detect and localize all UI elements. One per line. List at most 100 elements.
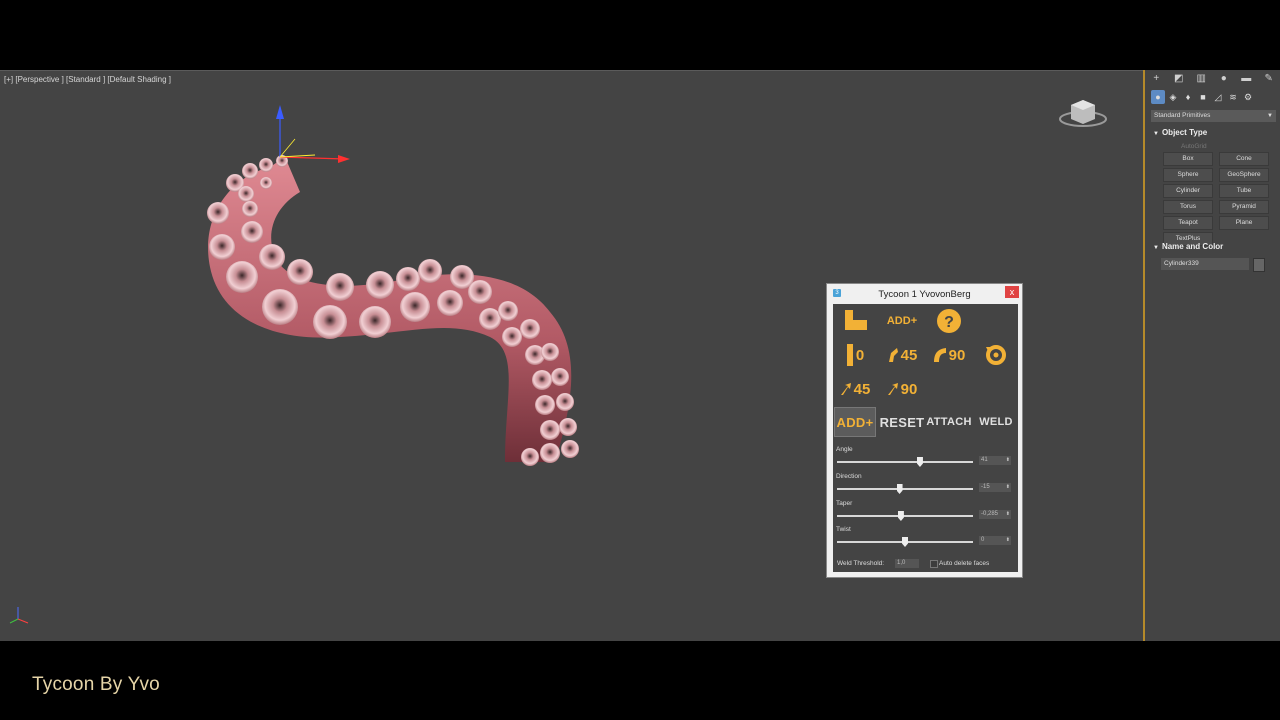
attach-button[interactable]: ATTACH <box>926 407 971 437</box>
cameras-icon[interactable]: ■ <box>1196 90 1210 104</box>
direction-slider[interactable] <box>837 484 973 494</box>
plane-button[interactable]: Plane <box>1219 216 1269 230</box>
reset-button[interactable]: RESET <box>880 407 925 437</box>
help-button[interactable]: ? <box>928 306 970 336</box>
command-panel: + ◩ ▥ ● ▬ ✎ ● ◈ ♦ ■ ◿ ≋ ⚙ Standard Primi… <box>1143 70 1280 641</box>
angled-45-icon <box>840 383 851 395</box>
twist-spinner[interactable]: 0 ⬍ <box>979 536 1011 545</box>
viewcube-icon[interactable] <box>1059 95 1107 129</box>
axis-tripod-icon <box>9 607 29 624</box>
rotate-icon <box>986 345 1006 365</box>
teapot-button[interactable]: Teapot <box>1163 216 1213 230</box>
viewport-label[interactable]: [+] [Perspective ] [Standard ] [Default … <box>4 75 171 84</box>
tube-button[interactable]: Tube <box>1219 184 1269 198</box>
angle-slider-thumb[interactable] <box>916 457 923 467</box>
dialog-titlebar[interactable]: 3 Tycoon 1 YvovonBerg x <box>827 284 1022 304</box>
spinner-arrows-icon[interactable]: ⬍ <box>1006 483 1010 492</box>
rotate-button[interactable] <box>975 340 1017 370</box>
bend-90-value: 90 <box>948 346 966 364</box>
chevron-down-icon: ▼ <box>1267 113 1273 119</box>
twist-slider[interactable] <box>837 537 973 547</box>
auto-delete-label[interactable]: Auto delete faces <box>939 560 989 567</box>
angled-90-value: 90 <box>900 380 918 398</box>
collapse-triangle-icon: ▼ <box>1153 131 1159 137</box>
command-panel-tabs: + ◩ ▥ ● ▬ ✎ <box>1145 70 1280 86</box>
taper-label: Taper <box>836 500 853 507</box>
weld-threshold-value: 1,0 <box>897 560 906 566</box>
utilities-tab-icon[interactable]: ✎ <box>1261 73 1277 84</box>
elbow-pipe-icon <box>845 310 867 330</box>
category-value: Standard Primitives <box>1154 112 1211 119</box>
help-glyph: ? <box>944 314 954 331</box>
category-dropdown[interactable]: Standard Primitives ▼ <box>1151 110 1276 122</box>
object-type-rollout[interactable]: ▼ Object Type <box>1153 128 1207 137</box>
object-name-input[interactable]: Cylinder339 <box>1161 258 1249 270</box>
geometry-icon[interactable]: ● <box>1151 90 1165 104</box>
primitive-buttons: Box Cone Sphere GeoSphere Cylinder Tube … <box>1163 152 1269 246</box>
twist-slider-thumb[interactable] <box>902 537 908 547</box>
geosphere-button[interactable]: GeoSphere <box>1219 168 1269 182</box>
angled-90-button[interactable]: 90 <box>881 374 923 404</box>
bend-45-button[interactable]: 45 <box>881 340 923 370</box>
spinner-arrows-icon[interactable]: ⬍ <box>1006 510 1010 519</box>
collapse-triangle-icon: ▼ <box>1153 245 1159 251</box>
weld-threshold-label: Weld Threshold: <box>837 560 885 567</box>
direction-spinner[interactable]: -15 ⬍ <box>979 483 1011 492</box>
spacewarps-icon[interactable]: ≋ <box>1226 90 1240 104</box>
box-button[interactable]: Box <box>1163 152 1213 166</box>
dialog-title: Tycoon 1 YvovonBerg <box>878 289 971 300</box>
object-color-swatch[interactable] <box>1253 258 1265 272</box>
tentacle-model[interactable] <box>190 97 610 477</box>
name-and-color-rollout[interactable]: ▼ Name and Color <box>1153 242 1223 251</box>
weld-threshold-row: Weld Threshold: 1,0 Auto delete faces <box>837 559 989 568</box>
tycoon-dialog: 3 Tycoon 1 YvovonBerg x ADD+ ? 0 45 90 4… <box>826 283 1023 578</box>
elbow-pipe-button[interactable] <box>834 306 876 336</box>
angle-spinner[interactable]: 41 ⬍ <box>979 456 1011 465</box>
angle-value: 41 <box>981 457 988 463</box>
create-tab-icon[interactable]: + <box>1148 73 1164 84</box>
helpers-icon[interactable]: ◿ <box>1211 90 1225 104</box>
twist-value: 0 <box>981 537 985 543</box>
lights-icon[interactable]: ♦ <box>1181 90 1195 104</box>
taper-slider-thumb[interactable] <box>897 511 904 521</box>
torus-button[interactable]: Torus <box>1163 200 1213 214</box>
add-button[interactable]: ADD+ <box>834 407 876 437</box>
bend-45-value: 45 <box>900 346 918 364</box>
angled-90-icon <box>887 383 898 395</box>
transform-gizmo[interactable] <box>276 105 350 163</box>
shapes-icon[interactable]: ◈ <box>1166 90 1180 104</box>
weld-threshold-spinner[interactable]: 1,0 <box>895 559 919 568</box>
motion-tab-icon[interactable]: ● <box>1216 73 1232 84</box>
add-top-button[interactable]: ADD+ <box>881 306 923 336</box>
bend-90-icon <box>933 348 946 362</box>
taper-slider[interactable] <box>837 511 973 521</box>
bend-90-button[interactable]: 90 <box>928 340 970 370</box>
video-caption: Tycoon By Yvo <box>32 674 160 695</box>
pyramid-button[interactable]: Pyramid <box>1219 200 1269 214</box>
straight-value: 0 <box>855 346 865 364</box>
hierarchy-tab-icon[interactable]: ▥ <box>1193 73 1209 84</box>
weld-button[interactable]: WELD <box>975 407 1017 437</box>
straight-0-button[interactable]: 0 <box>834 340 876 370</box>
create-subcategories: ● ◈ ♦ ■ ◿ ≋ ⚙ <box>1151 89 1279 105</box>
systems-icon[interactable]: ⚙ <box>1241 90 1255 104</box>
direction-value: -15 <box>981 484 990 490</box>
object-type-title: Object Type <box>1161 128 1208 137</box>
display-tab-icon[interactable]: ▬ <box>1238 73 1254 84</box>
angled-45-button[interactable]: 45 <box>834 374 876 404</box>
close-button[interactable]: x <box>1005 286 1019 298</box>
angle-slider[interactable] <box>837 457 973 467</box>
direction-slider-thumb[interactable] <box>896 484 903 494</box>
dialog-body: ADD+ ? 0 45 90 45 90 ADD+ RESET ATTACH W… <box>833 304 1018 572</box>
spinner-arrows-icon[interactable]: ⬍ <box>1006 536 1010 545</box>
spinner-arrows-icon[interactable]: ⬍ <box>1006 456 1010 465</box>
angle-label: Angle <box>836 446 853 453</box>
sphere-button[interactable]: Sphere <box>1163 168 1213 182</box>
autogrid-checkbox-label[interactable]: AutoGrid <box>1181 143 1207 150</box>
auto-delete-checkbox[interactable] <box>930 560 938 568</box>
twist-label: Twist <box>836 526 851 533</box>
cone-button[interactable]: Cone <box>1219 152 1269 166</box>
taper-spinner[interactable]: -0,285 ⬍ <box>979 510 1011 519</box>
cylinder-button[interactable]: Cylinder <box>1163 184 1213 198</box>
modify-tab-icon[interactable]: ◩ <box>1171 73 1187 84</box>
